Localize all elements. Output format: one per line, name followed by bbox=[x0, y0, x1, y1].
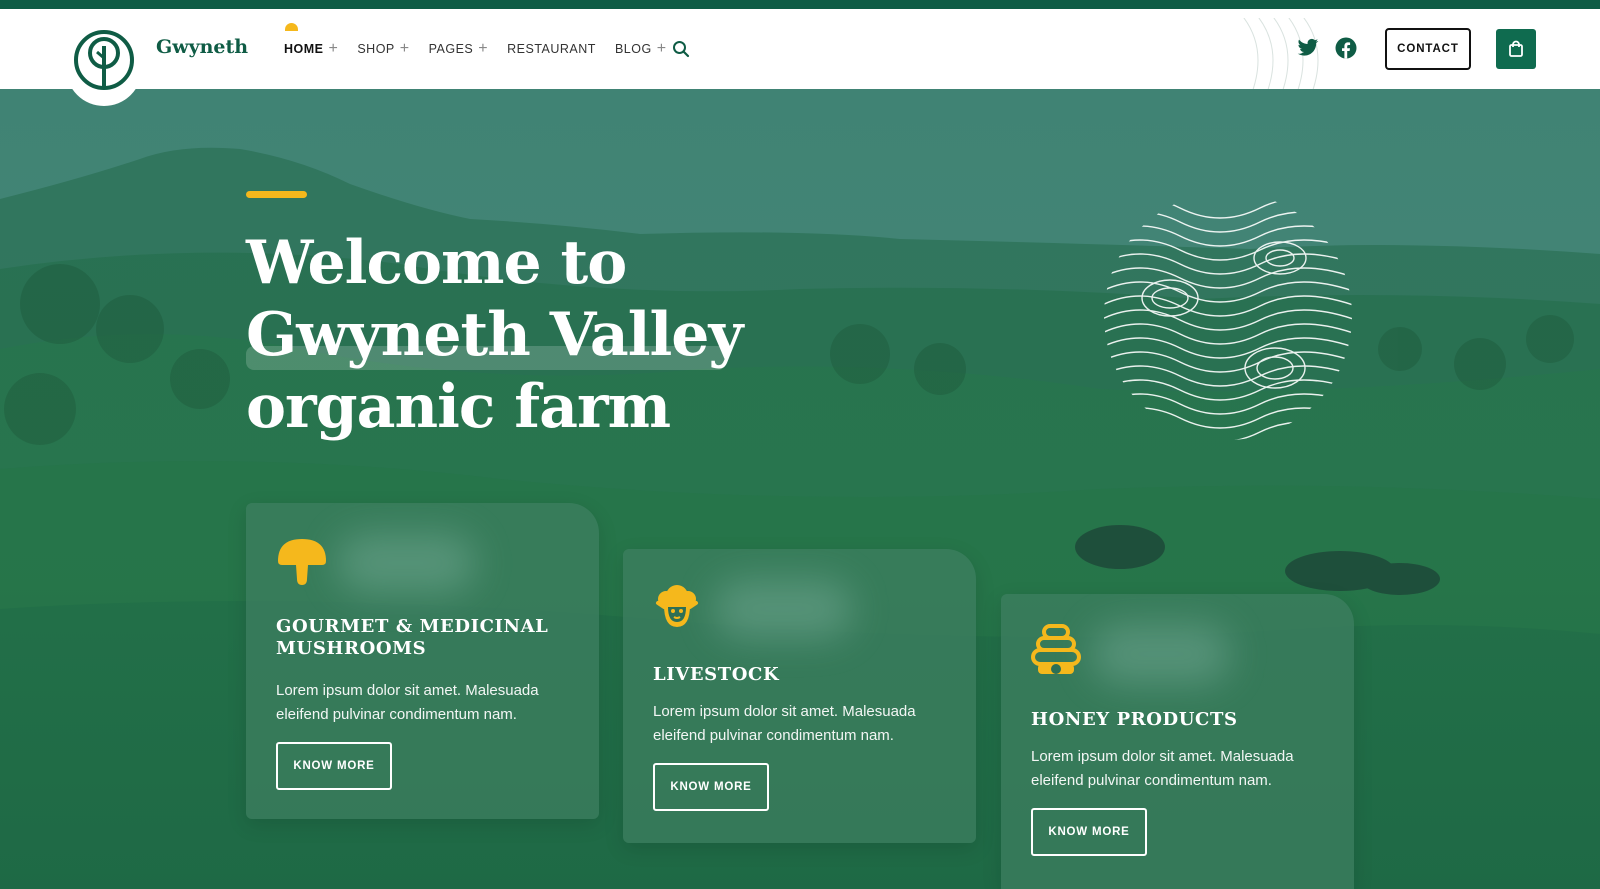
brand-name[interactable]: Gwyneth bbox=[156, 36, 248, 58]
card-title: HONEY PRODUCTS bbox=[1031, 709, 1238, 730]
active-indicator bbox=[285, 23, 298, 31]
know-more-button[interactable]: KNOW MORE bbox=[653, 763, 769, 811]
top-accent-bar bbox=[0, 0, 1600, 9]
nav-label: HOME bbox=[284, 42, 324, 56]
twitter-icon[interactable] bbox=[1297, 38, 1319, 63]
mushroom-icon bbox=[278, 539, 326, 585]
contact-button[interactable]: CONTACT bbox=[1385, 28, 1471, 70]
card-glow bbox=[1091, 624, 1231, 684]
nav-item-pages[interactable]: PAGES + bbox=[429, 40, 489, 58]
tree-logo-icon bbox=[74, 30, 134, 90]
hero-title-line: organic farm bbox=[246, 372, 671, 442]
logo[interactable] bbox=[66, 14, 142, 106]
card-text: Lorem ipsum dolor sit amet. Malesuada el… bbox=[1031, 748, 1294, 789]
card-text: Lorem ipsum dolor sit amet. Malesuada el… bbox=[653, 703, 916, 744]
topographic-circle-graphic bbox=[1104, 197, 1352, 440]
nav-item-restaurant[interactable]: RESTAURANT bbox=[507, 40, 596, 58]
hero-title-line: Welcome to bbox=[246, 228, 627, 298]
nav-item-home[interactable]: HOME + bbox=[284, 23, 339, 58]
nav-item-shop[interactable]: SHOP + bbox=[357, 40, 409, 58]
nav-label: RESTAURANT bbox=[507, 42, 596, 56]
sheep-icon bbox=[656, 585, 698, 627]
plus-icon: + bbox=[656, 40, 667, 57]
beehive-icon bbox=[1031, 624, 1081, 674]
card-glow bbox=[336, 533, 476, 593]
nav-label: PAGES bbox=[428, 42, 474, 56]
main-nav: HOME + SHOP + PAGES + RESTAURANT BLOG + bbox=[284, 23, 686, 58]
nav-item-blog[interactable]: BLOG + bbox=[615, 40, 667, 58]
service-card-mushrooms: GOURMET & MEDICINAL MUSHROOMS Lorem ipsu… bbox=[246, 503, 599, 819]
nav-label: SHOP bbox=[357, 42, 395, 56]
plus-icon: + bbox=[328, 40, 339, 57]
plus-icon: + bbox=[399, 40, 410, 57]
know-more-button[interactable]: KNOW MORE bbox=[1031, 808, 1147, 856]
service-card-livestock: LIVESTOCK Lorem ipsum dolor sit amet. Ma… bbox=[623, 549, 976, 843]
card-title: GOURMET & MEDICINAL MUSHROOMS bbox=[276, 616, 549, 659]
card-title: LIVESTOCK bbox=[653, 664, 780, 685]
service-card-honey: HONEY PRODUCTS Lorem ipsum dolor sit ame… bbox=[1001, 594, 1354, 889]
accent-bar bbox=[246, 191, 307, 198]
cart-button[interactable] bbox=[1496, 29, 1536, 69]
card-glow bbox=[713, 579, 853, 639]
search-icon[interactable] bbox=[672, 40, 690, 63]
nav-label: BLOG bbox=[614, 42, 652, 56]
shopping-bag-icon bbox=[1509, 40, 1523, 57]
hero-title-line: Gwyneth Valley bbox=[246, 300, 743, 370]
plus-icon: + bbox=[478, 40, 489, 57]
hero-title: Welcome to Gwyneth Valley organic farm bbox=[246, 227, 766, 443]
facebook-icon[interactable] bbox=[1335, 37, 1357, 64]
card-text: Lorem ipsum dolor sit amet. Malesuada el… bbox=[276, 682, 539, 723]
know-more-button[interactable]: KNOW MORE bbox=[276, 742, 392, 790]
